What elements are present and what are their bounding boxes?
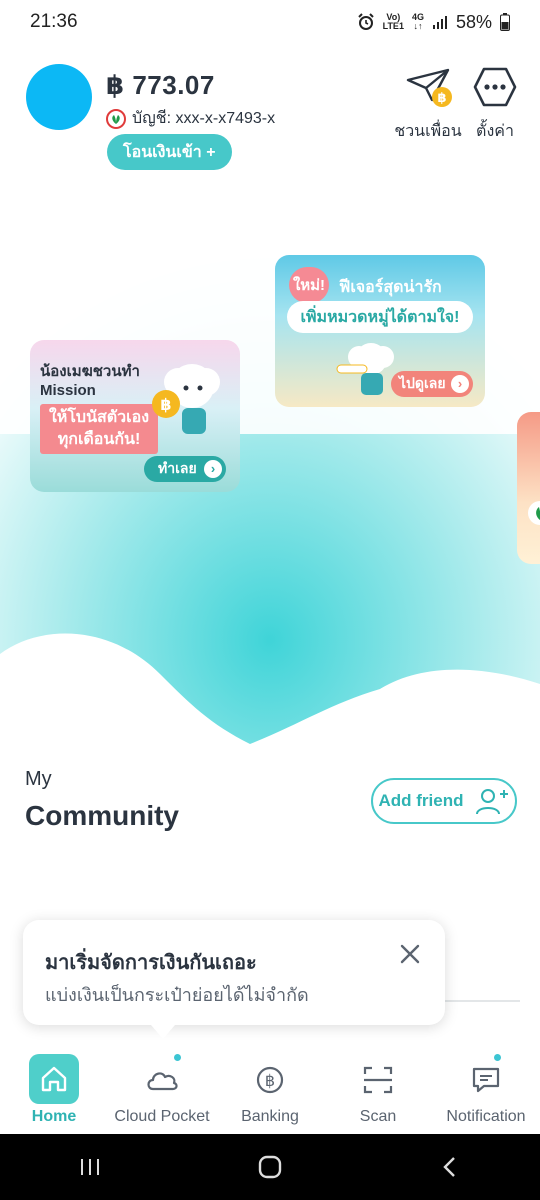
mission-banner-highlight: ให้โบนัสตัวเอง ทุกเดือนกัน! bbox=[40, 404, 158, 454]
system-nav-bar bbox=[0, 1134, 540, 1200]
home-icon bbox=[29, 1054, 79, 1104]
network-type-icon: 4G ↓↑ bbox=[411, 12, 424, 31]
bank-logo-icon bbox=[106, 108, 126, 129]
svg-text:฿: ฿ bbox=[160, 395, 171, 414]
mission-banner[interactable]: น้องเมฆชวนทำ Mission ให้โบนัสตัวเอง ทุกเ… bbox=[30, 340, 240, 492]
nav-banking[interactable]: ฿ Banking bbox=[216, 1046, 324, 1134]
cloud-mascot-icon: ฿ bbox=[152, 364, 220, 434]
chat-icon bbox=[462, 1056, 510, 1104]
tooltip-subtitle: แบ่งเงินเป็นกระเป๋าย่อยได้ไม่จำกัด bbox=[45, 985, 309, 1005]
mission-go-label: ทำเลย bbox=[158, 460, 197, 476]
add-friend-button[interactable]: Add friend bbox=[371, 778, 517, 824]
status-bar: 21:36 Vo) LTE1 4G ↓↑ 58% bbox=[0, 0, 540, 44]
mission-banner-title: น้องเมฆชวนทำ Mission bbox=[40, 363, 140, 399]
recent-apps-icon[interactable] bbox=[78, 1155, 102, 1179]
my-label: My bbox=[25, 768, 52, 790]
close-icon[interactable] bbox=[398, 942, 422, 966]
nav-home[interactable]: Home bbox=[0, 1046, 108, 1134]
add-friend-label: Add friend bbox=[378, 791, 464, 810]
nav-cloud-pocket[interactable]: Cloud Pocket bbox=[108, 1046, 216, 1134]
chevron-right-icon: › bbox=[451, 375, 469, 393]
feature-go-button[interactable]: ไปดูเลย › bbox=[391, 371, 473, 397]
bottom-nav: Home Cloud Pocket ฿ Banking Scan Notific… bbox=[0, 1046, 540, 1134]
alarm-icon bbox=[357, 13, 375, 31]
status-icons: Vo) LTE1 4G ↓↑ 58% bbox=[357, 12, 510, 33]
status-time: 21:36 bbox=[30, 11, 78, 32]
svg-text:฿: ฿ bbox=[437, 91, 446, 106]
battery-icon bbox=[500, 13, 510, 31]
home-button-icon[interactable] bbox=[257, 1154, 283, 1180]
feature-banner[interactable]: ใหม่! ฟีเจอร์สุดน่ารัก เพิ่มหมวดหมู่ได้ต… bbox=[275, 255, 485, 407]
feature-banner-title: ฟีเจอร์สุดน่ารัก bbox=[339, 279, 442, 296]
nav-home-label: Home bbox=[31, 1108, 77, 1125]
partial-banner[interactable] bbox=[517, 412, 540, 564]
paper-plane-icon: ฿ bbox=[406, 68, 452, 107]
chevron-right-icon: › bbox=[204, 460, 222, 478]
invite-label: ชวนเพื่อน bbox=[394, 123, 462, 140]
nav-cloud-pocket-label: Cloud Pocket bbox=[114, 1108, 210, 1125]
cloud-icon bbox=[138, 1056, 186, 1104]
nav-banking-label: Banking bbox=[241, 1108, 299, 1125]
avatar[interactable] bbox=[26, 64, 92, 130]
account-header: ฿ 773.07 บัญชี: xxx-x-x7493-x โอนเงินเข้… bbox=[0, 44, 540, 184]
feature-go-label: ไปดูเลย bbox=[399, 375, 446, 391]
account-number-row: บัญชี: xxx-x-x7493-x bbox=[106, 106, 275, 131]
onboarding-tooltip: มาเริ่มจัดการเงินกันเถอะ แบ่งเงินเป็นกระ… bbox=[23, 920, 445, 1039]
scan-icon bbox=[354, 1056, 402, 1104]
leaf-icon bbox=[528, 501, 540, 525]
settings-button[interactable]: ตั้งค่า bbox=[470, 64, 520, 144]
nav-notification-label: Notification bbox=[446, 1108, 526, 1125]
baht-icon: ฿ bbox=[246, 1056, 294, 1104]
back-icon[interactable] bbox=[438, 1155, 462, 1179]
signal-icon bbox=[432, 14, 448, 30]
add-person-icon bbox=[475, 789, 508, 815]
tooltip-title: มาเริ่มจัดการเงินกันเถอะ bbox=[45, 952, 257, 974]
settings-label: ตั้งค่า bbox=[476, 123, 514, 140]
notification-dot bbox=[172, 1052, 183, 1063]
community-title: Community bbox=[25, 800, 179, 831]
nav-notification[interactable]: Notification bbox=[432, 1046, 540, 1134]
svg-text:฿: ฿ bbox=[265, 1071, 275, 1090]
invite-friend-button[interactable]: ฿ ชวนเพื่อน bbox=[392, 64, 464, 144]
battery-percent: 58% bbox=[455, 11, 492, 32]
mission-go-button[interactable]: ทำเลย › bbox=[144, 456, 226, 482]
nav-scan[interactable]: Scan bbox=[324, 1046, 432, 1134]
account-number: บัญชี: xxx-x-x7493-x bbox=[132, 110, 276, 127]
balance: ฿ 773.07 bbox=[106, 70, 215, 100]
volte-icon: Vo) LTE1 bbox=[382, 12, 404, 31]
notification-dot bbox=[492, 1052, 503, 1063]
nav-scan-label: Scan bbox=[359, 1108, 397, 1125]
deposit-button[interactable]: โอนเงินเข้า + bbox=[107, 134, 232, 170]
new-badge: ใหม่! bbox=[289, 267, 329, 303]
feature-banner-highlight: เพิ่มหมวดหมู่ได้ตามใจ! bbox=[287, 301, 473, 333]
more-hexagon-icon bbox=[473, 67, 517, 107]
